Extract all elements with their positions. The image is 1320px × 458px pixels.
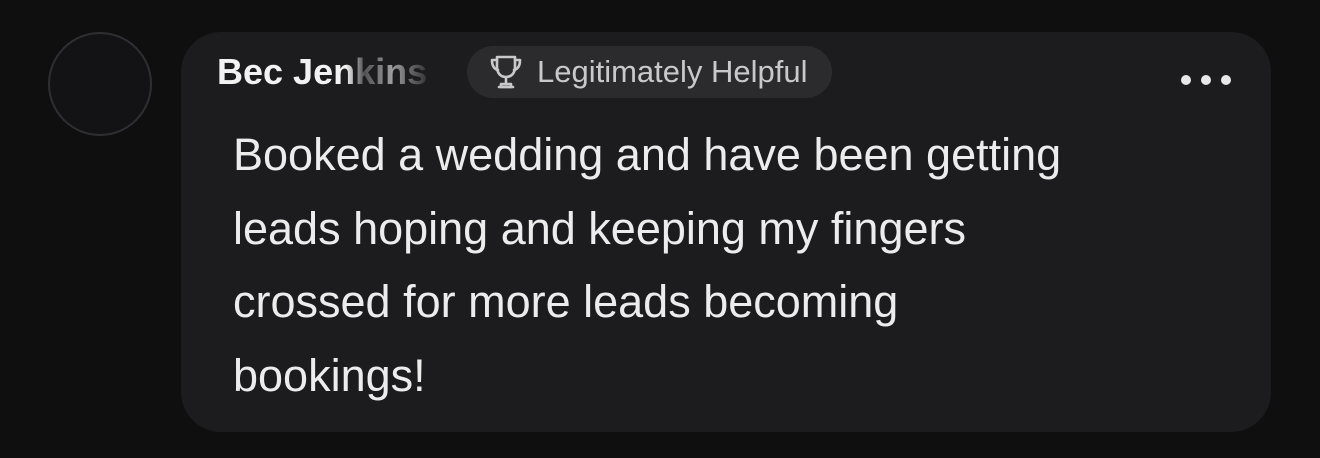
comment: Bec Jenkins Legitimately Helpful Booked …	[0, 0, 1320, 458]
more-options-icon[interactable]	[1181, 68, 1231, 92]
comment-text-line: Booked a wedding and have been getting	[233, 129, 1062, 180]
comment-bubble: Bec Jenkins Legitimately Helpful Booked …	[181, 32, 1271, 432]
comment-text-line: crossed for more leads becoming	[233, 276, 899, 327]
avatar[interactable]	[48, 32, 152, 136]
comment-header: Bec Jenkins Legitimately Helpful	[217, 46, 832, 98]
legitimately-helpful-badge: Legitimately Helpful	[467, 46, 832, 98]
more-dot	[1181, 75, 1191, 85]
trophy-icon	[489, 54, 523, 90]
more-dot	[1221, 75, 1231, 85]
badge-label: Legitimately Helpful	[537, 54, 808, 89]
comment-text: Booked a wedding and have been getting l…	[233, 118, 1223, 412]
comment-text-line: leads hoping and keeping my fingers	[233, 202, 966, 254]
author-name[interactable]: Bec Jenkins	[217, 51, 447, 93]
more-dot	[1201, 75, 1211, 85]
comment-text-line: bookings!	[233, 349, 426, 401]
